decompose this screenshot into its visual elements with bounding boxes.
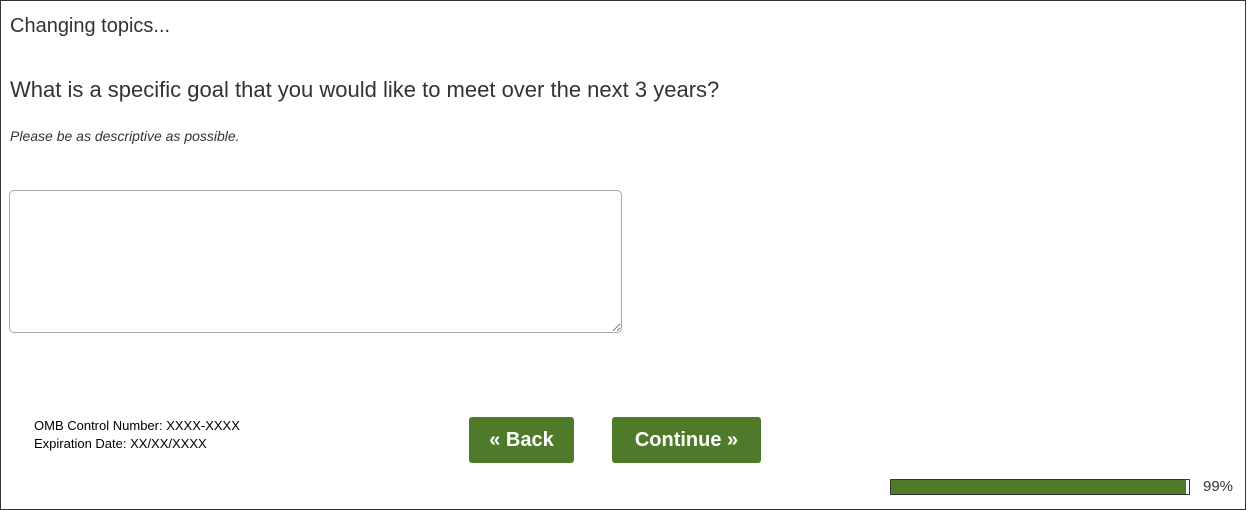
omb-control-number: OMB Control Number: XXXX-XXXX bbox=[34, 418, 240, 433]
expiration-date: Expiration Date: XX/XX/XXXX bbox=[34, 436, 207, 451]
question-instruction: Please be as descriptive as possible. bbox=[10, 128, 240, 144]
question-text: What is a specific goal that you would l… bbox=[10, 77, 720, 102]
topic-intro: Changing topics... bbox=[10, 15, 171, 37]
continue-button[interactable]: Continue » bbox=[612, 417, 761, 463]
back-button[interactable]: « Back bbox=[469, 417, 574, 463]
progress-bar bbox=[890, 479, 1190, 495]
answer-textarea[interactable] bbox=[9, 190, 622, 333]
progress-fill bbox=[891, 480, 1187, 494]
progress-percent: 99% bbox=[1203, 478, 1234, 495]
omb-info: OMB Control Number: XXXX-XXXX Expiration… bbox=[34, 417, 240, 453]
